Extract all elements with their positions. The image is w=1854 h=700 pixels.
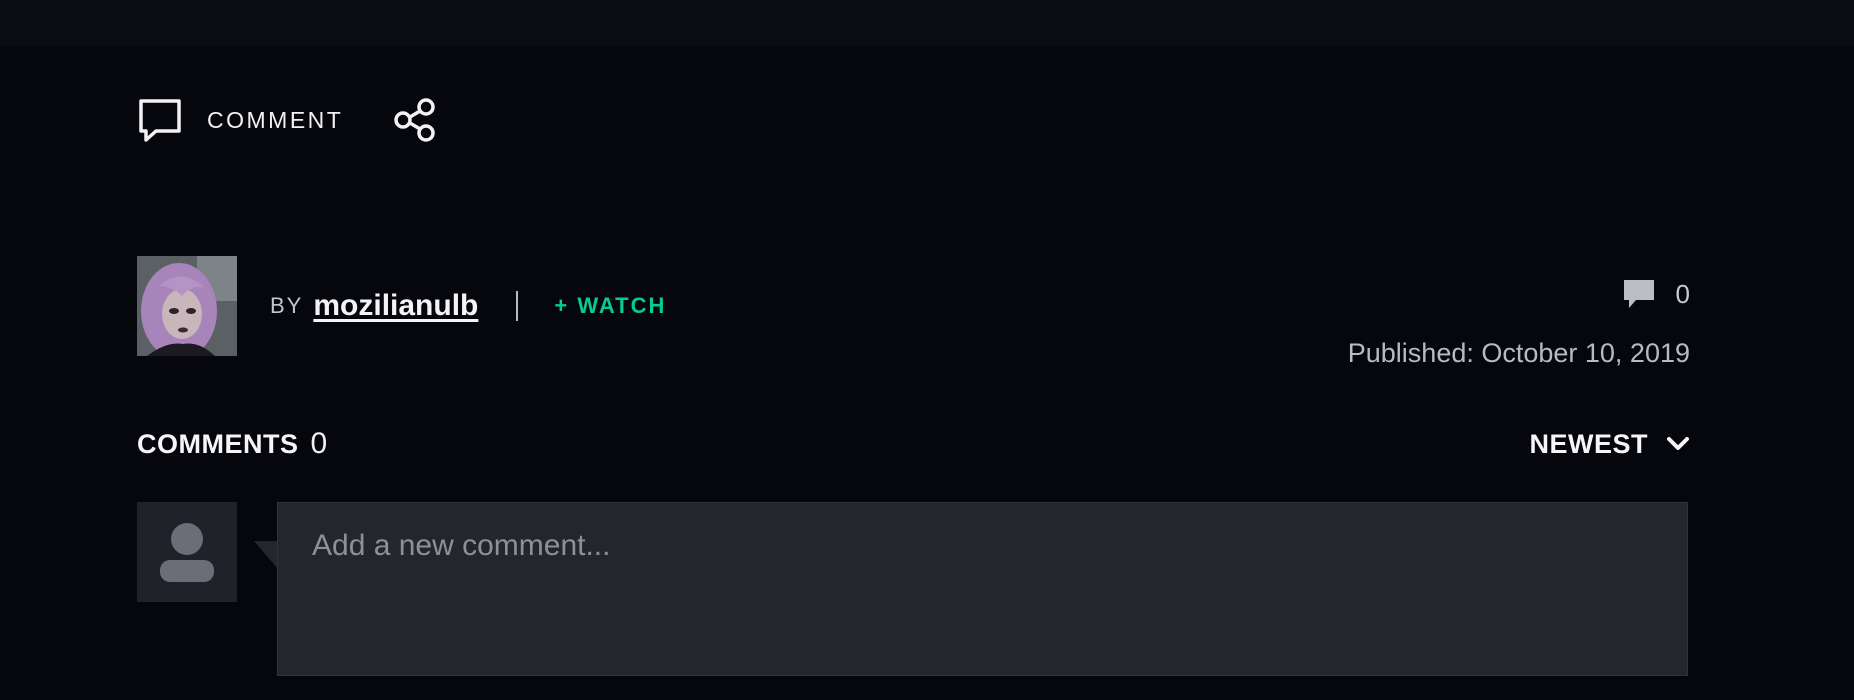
current-user-avatar <box>137 502 237 602</box>
sort-label: NEWEST <box>1529 428 1648 459</box>
share-nodes-icon <box>393 97 437 143</box>
action-bar: COMMENT <box>137 96 437 144</box>
comments-header: COMMENTS 0 <box>137 424 327 464</box>
new-comment-input[interactable] <box>277 502 1688 676</box>
comments-count: 0 <box>310 427 328 460</box>
watch-button[interactable]: + WATCH <box>554 293 666 319</box>
speech-bubble-outline-icon <box>137 97 183 143</box>
top-strip <box>0 0 1854 46</box>
by-label: BY <box>270 293 304 318</box>
published-date: Published: October 10, 2019 <box>1347 338 1690 368</box>
comment-count-value: 0 <box>1675 278 1690 309</box>
comments-title: COMMENTS <box>137 428 299 459</box>
comment-action-label: COMMENT <box>207 106 344 133</box>
author-name-link[interactable]: mozilianulb <box>313 289 478 323</box>
sort-dropdown[interactable]: NEWEST <box>1529 424 1690 464</box>
deviation-comments-page: COMMENT BY mozilianulb + WATCH 0 Publish… <box>0 0 1854 700</box>
comment-count-meta[interactable]: 0 <box>1622 276 1690 312</box>
comment-box-pointer <box>254 541 278 569</box>
comment-action-button[interactable]: COMMENT <box>137 97 343 143</box>
chevron-down-icon <box>1648 432 1690 456</box>
author-line: BY mozilianulb + WATCH <box>270 284 666 328</box>
speech-bubble-filled-icon <box>1622 277 1656 311</box>
author-separator <box>516 291 519 321</box>
share-button[interactable] <box>393 97 437 143</box>
author-avatar[interactable] <box>137 256 237 356</box>
